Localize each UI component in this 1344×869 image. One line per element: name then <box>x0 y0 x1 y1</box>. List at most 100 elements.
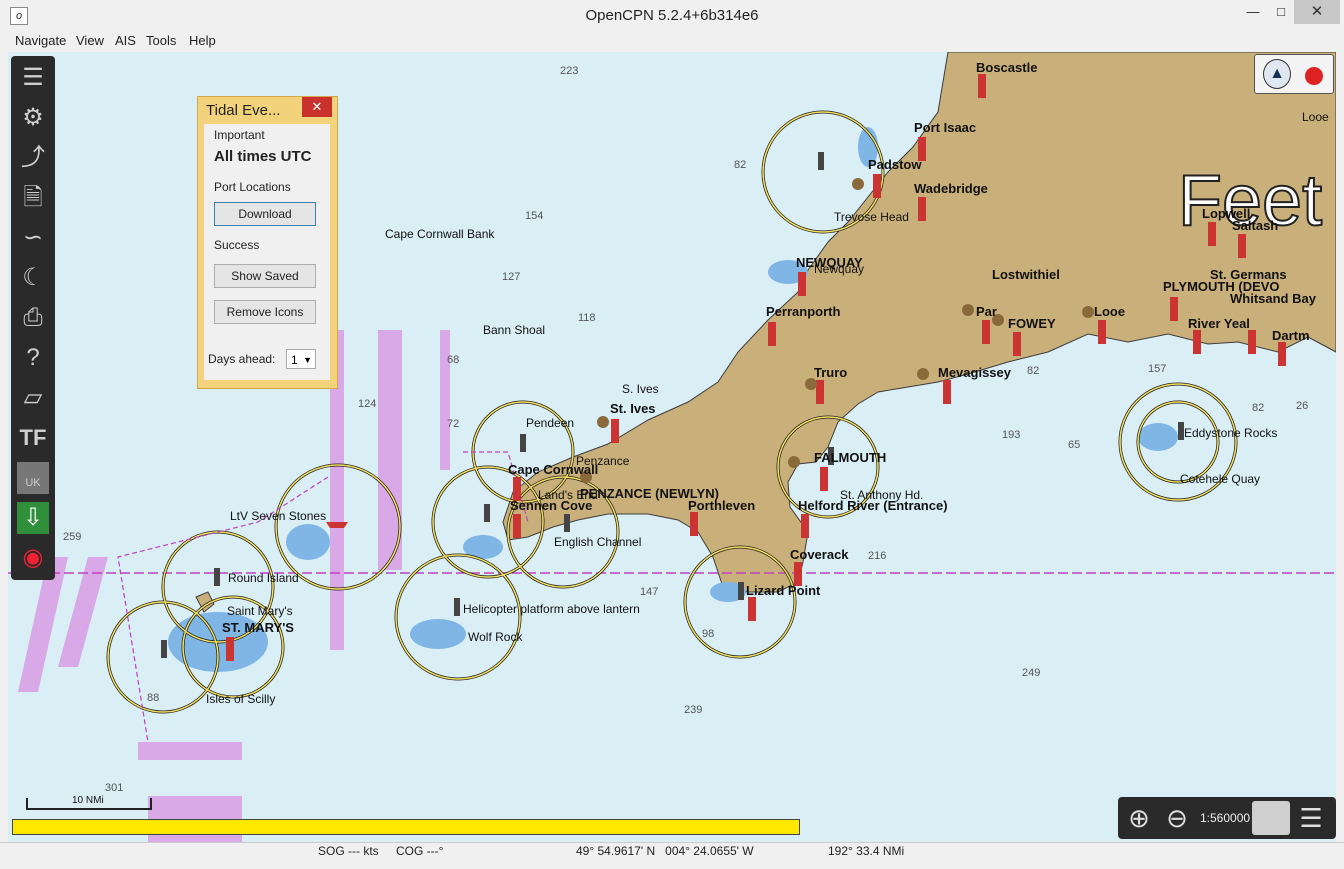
zoom-in-icon[interactable]: ⊕ <box>1122 801 1156 835</box>
minimize-button[interactable]: — <box>1238 0 1268 24</box>
depth-label: 26 <box>1296 400 1309 412</box>
quilt-menu-icon[interactable]: ☰ <box>1294 801 1328 835</box>
dialog-title[interactable]: Tidal Eve... <box>206 102 280 119</box>
place-label: Trevose Head <box>834 210 909 224</box>
settings-icon[interactable]: ⚙ <box>17 102 49 134</box>
place-label: Saint Mary's <box>227 604 293 618</box>
compass-widget[interactable]: ▲ <box>1254 54 1334 94</box>
days-ahead-select[interactable]: 1 ▼ <box>286 349 316 369</box>
cursor-position: 49° 54.9617' N 004° 24.0655' W <box>576 844 754 858</box>
chart-bar[interactable] <box>12 819 800 835</box>
important-label: Important <box>214 128 265 142</box>
menu-tools[interactable]: Tools <box>146 33 176 48</box>
scale-bar-label: 10 NMi <box>72 795 104 806</box>
uk-chart-icon[interactable]: UK <box>17 462 49 494</box>
place-label: Truro <box>814 365 848 380</box>
place-label: Dartm <box>1272 328 1310 343</box>
place-label: Helford River (Entrance) <box>798 498 948 513</box>
place-label: St. Ives <box>610 401 656 416</box>
menu-navigate[interactable]: Navigate <box>15 33 66 48</box>
follow-boat-icon[interactable] <box>1252 801 1290 835</box>
dialog-close-button[interactable]: ✕ <box>302 97 332 117</box>
place-label: Wolf Rock <box>468 630 523 644</box>
status-bar: SOG --- kts COG ---° 49° 54.9617' N 004°… <box>0 842 1344 869</box>
mob-icon[interactable]: ◉ <box>17 542 49 574</box>
place-label: Sennen Cove <box>510 498 593 513</box>
place-label: Coverack <box>790 547 849 562</box>
menu-help[interactable]: Help <box>189 33 216 48</box>
depth-label: 124 <box>358 398 377 410</box>
remove-icons-button[interactable]: Remove Icons <box>214 300 316 324</box>
place-label: River Yeal <box>1188 316 1250 331</box>
menu-icon[interactable]: ☰ <box>17 62 49 94</box>
place-label: English Channel <box>554 535 642 549</box>
place-label: Lizard Point <box>746 583 821 598</box>
place-label: Whitsand Bay <box>1230 291 1316 306</box>
days-ahead-value: 1 <box>291 353 298 367</box>
depth-label: 154 <box>525 210 544 222</box>
main-toolbar: ☰ ⚙ ⤴ 🗎 ∽ ☾ ⎙ ? ▱ TF UK ⇩ ◉ <box>11 56 55 580</box>
depth-label: 82 <box>734 159 747 171</box>
place-label: Par <box>976 304 997 319</box>
place-label: Eddystone Rocks <box>1184 426 1278 440</box>
gps-status-icon <box>1305 67 1323 85</box>
depth-label: 98 <box>702 628 715 640</box>
chart-scale: 1:560000 <box>1200 811 1251 825</box>
place-label: S. Ives <box>622 382 659 396</box>
place-label: Perranporth <box>766 304 841 319</box>
zoom-control: ⊕ ⊖ 1:560000 ☰ <box>1118 797 1336 839</box>
place-label: Cotehele Quay <box>1180 472 1261 486</box>
track-icon[interactable]: ∽ <box>17 222 49 254</box>
document-icon[interactable]: 🗎 <box>17 182 49 214</box>
utc-notice: All times UTC <box>214 148 312 165</box>
close-button[interactable]: ✕ <box>1294 0 1340 24</box>
menu-bar: Navigate View AIS Tools Help <box>0 31 1344 51</box>
menu-ais[interactable]: AIS <box>115 33 136 48</box>
maximize-button[interactable]: □ <box>1268 0 1294 24</box>
depth-label: 157 <box>1148 363 1167 375</box>
download-button[interactable]: Download <box>214 202 316 226</box>
place-label: Helicopter platform above lantern <box>463 602 640 616</box>
place-label: Lostwithiel <box>992 267 1060 282</box>
place-label: Padstow <box>868 157 922 172</box>
route-icon[interactable]: ⤴ <box>17 142 49 174</box>
days-ahead-label: Days ahead: <box>208 352 276 366</box>
dialog-body: Important All times UTC Port Locations D… <box>204 124 330 380</box>
depth-label: 249 <box>1022 667 1041 679</box>
north-arrow-icon: ▲ <box>1263 59 1291 89</box>
depth-label: 259 <box>63 531 82 543</box>
title-bar: o OpenCPN 5.2.4+6b314e6 — □ ✕ <box>0 0 1344 32</box>
download-icon[interactable]: ⇩ <box>17 502 49 534</box>
place-label: Cape Cornwall <box>508 462 599 477</box>
tidal-events-dialog: Tidal Eve... ✕ Important All times UTC P… <box>197 96 338 389</box>
layers-icon[interactable]: ▱ <box>17 382 49 414</box>
depth-label: 216 <box>868 550 887 562</box>
zoom-out-icon[interactable]: ⊖ <box>1160 801 1194 835</box>
show-saved-button[interactable]: Show Saved <box>214 264 316 288</box>
place-label: FALMOUTH <box>814 450 887 465</box>
status-text: Success <box>214 238 260 252</box>
port-locations-label: Port Locations <box>214 180 291 194</box>
night-mode-icon[interactable]: ☾ <box>17 262 49 294</box>
depth-label: 82 <box>1027 365 1040 377</box>
place-label: Bann Shoal <box>483 323 546 337</box>
depth-label: 127 <box>502 271 521 283</box>
window-title: OpenCPN 5.2.4+6b314e6 <box>585 7 759 24</box>
place-label: PENZANCE (NEWLYN) <box>580 486 719 501</box>
depth-label: 72 <box>447 418 460 430</box>
place-label: FOWEY <box>1008 316 1056 331</box>
help-icon[interactable]: ? <box>17 342 49 374</box>
scale-bar: 10 NMi <box>26 795 152 810</box>
depth-label: 223 <box>560 65 579 77</box>
place-label: Newquay <box>814 262 865 276</box>
depth-label: 65 <box>1068 439 1081 451</box>
place-label: Port Isaac <box>914 120 977 135</box>
cog-status: COG ---° <box>396 844 444 858</box>
menu-view[interactable]: View <box>76 33 104 48</box>
tide-factor-icon[interactable]: TF <box>17 422 49 454</box>
print-icon[interactable]: ⎙ <box>17 302 49 334</box>
chevron-down-icon: ▼ <box>303 355 312 365</box>
place-label: Looe <box>1094 304 1126 319</box>
depth-label: 118 <box>578 312 596 324</box>
depth-label: 68 <box>447 354 460 366</box>
